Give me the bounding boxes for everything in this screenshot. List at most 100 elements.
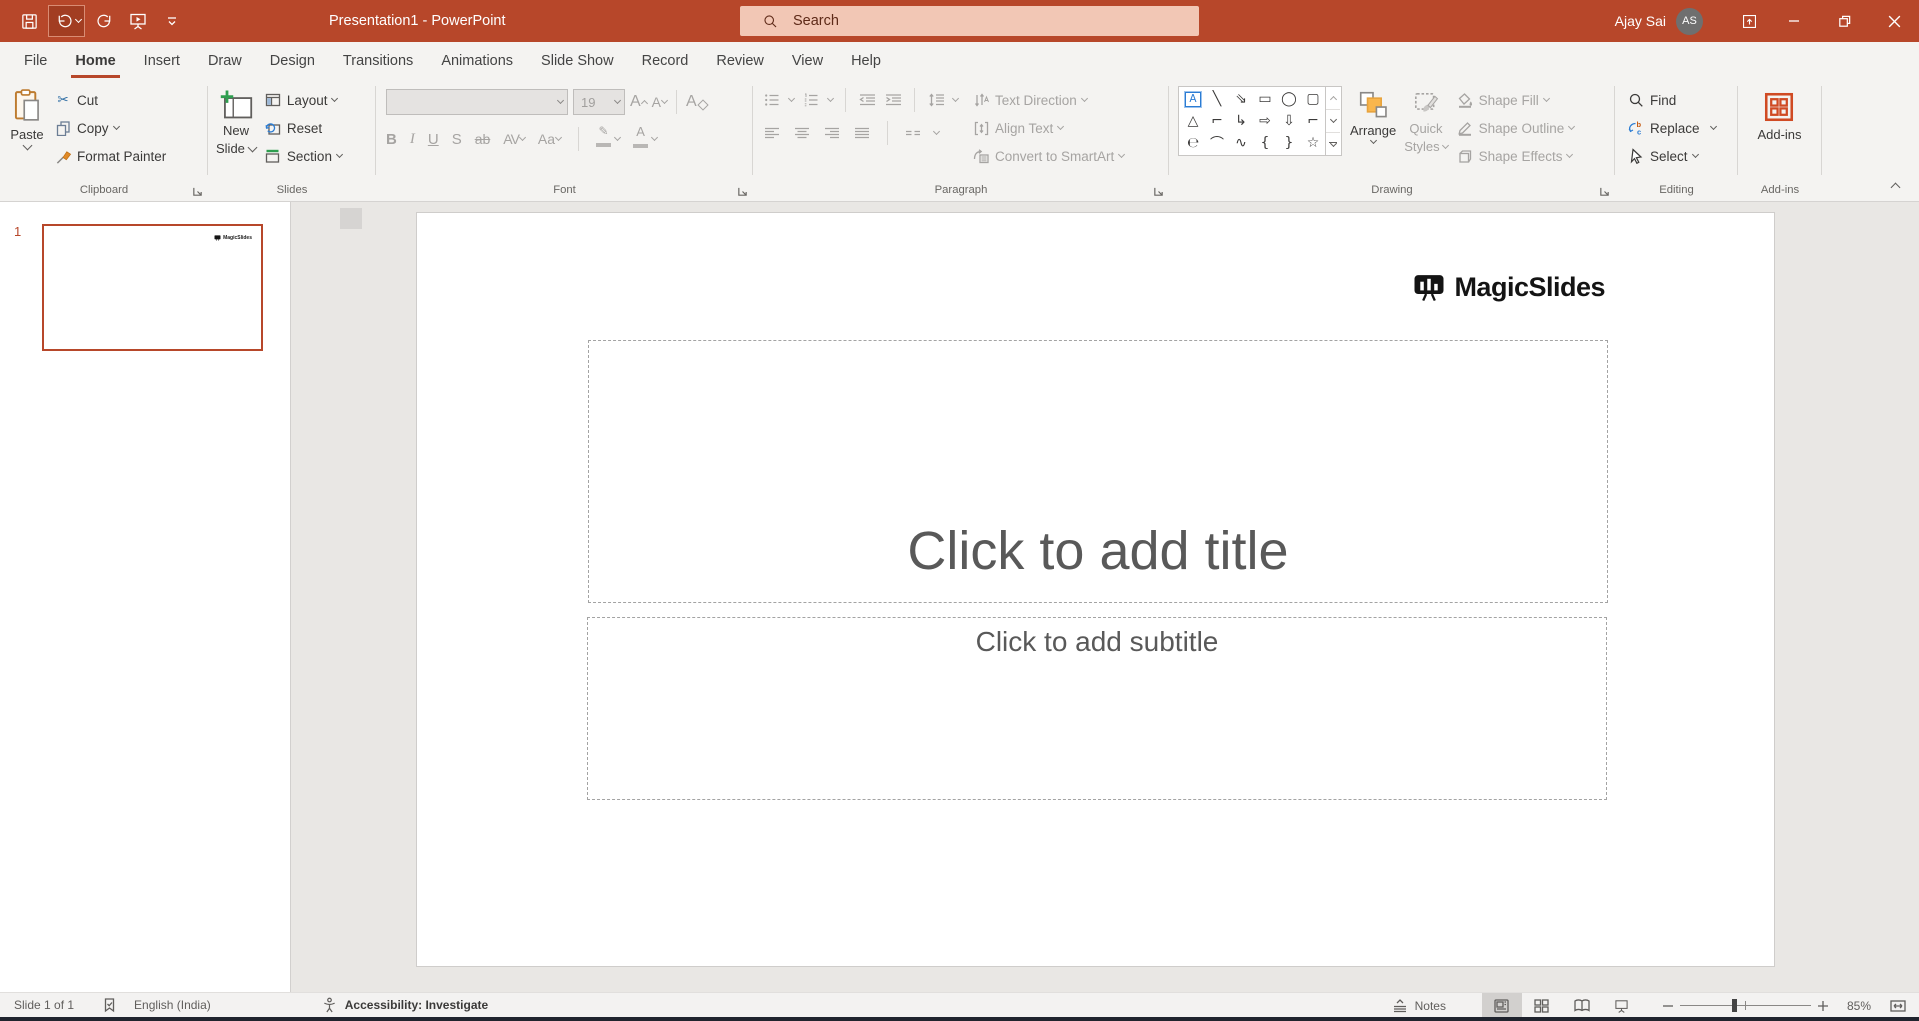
tab-transitions[interactable]: Transitions	[329, 42, 427, 80]
character-spacing-button[interactable]: AV	[503, 125, 525, 153]
numbering-dropdown-icon[interactable]	[827, 95, 834, 102]
justify-icon[interactable]	[853, 124, 871, 142]
shape-fill-button[interactable]: Shape Fill	[1456, 86, 1575, 114]
align-center-icon[interactable]	[793, 124, 811, 142]
text-direction-button[interactable]: Text Direction	[972, 86, 1124, 114]
align-text-button[interactable]: Align Text	[972, 114, 1124, 142]
tab-record[interactable]: Record	[628, 42, 703, 80]
bold-button[interactable]: B	[386, 131, 397, 148]
change-case-button[interactable]: Aa	[538, 125, 561, 153]
numbering-icon[interactable]	[802, 91, 820, 109]
shape-fill-dropdown-icon[interactable]	[1543, 95, 1550, 102]
tab-file[interactable]: File	[10, 42, 61, 80]
notes-button[interactable]: Notes	[1391, 997, 1446, 1015]
copy-dropdown-icon[interactable]	[112, 123, 119, 130]
shape-down-arrow[interactable]: ⇩	[1283, 113, 1295, 129]
paste-dropdown-icon[interactable]	[22, 141, 32, 151]
select-dropdown-icon[interactable]	[1691, 151, 1698, 158]
format-painter-button[interactable]: Format Painter	[54, 142, 166, 170]
tab-home[interactable]: Home	[61, 42, 129, 80]
convert-smartart-dropdown-icon[interactable]	[1118, 151, 1125, 158]
clipboard-dialog-launcher-icon[interactable]	[192, 186, 203, 197]
shape-effects-button[interactable]: Shape Effects	[1456, 142, 1575, 170]
minimize-button[interactable]	[1769, 0, 1819, 42]
reset-button[interactable]: Reset	[264, 114, 342, 142]
slide-thumbnail-panel[interactable]: 1 MagicSlides	[0, 202, 291, 992]
slide-editor[interactable]: MagicSlides Click to add title Click to …	[416, 212, 1775, 967]
shrink-font-button[interactable]: A	[652, 88, 667, 116]
quick-styles-button[interactable]: Quick Styles	[1404, 84, 1447, 175]
shapes-scroll-down-icon[interactable]	[1326, 109, 1340, 132]
zoom-in-button[interactable]	[1811, 993, 1835, 1018]
shape-arrow[interactable]: ⇘	[1235, 91, 1247, 107]
tab-insert[interactable]: Insert	[130, 42, 194, 80]
tab-slide-show[interactable]: Slide Show	[527, 42, 628, 80]
highlight-color-button[interactable]: ✎	[596, 125, 611, 153]
scrollbar-fragment[interactable]	[340, 208, 362, 229]
ribbon-display-options-icon[interactable]	[1729, 0, 1769, 42]
search-input[interactable]	[793, 13, 1123, 29]
replace-dropdown-icon[interactable]	[1709, 123, 1716, 130]
view-reading-button[interactable]	[1562, 993, 1602, 1018]
slide-thumbnail[interactable]: MagicSlides	[42, 224, 263, 351]
shape-outline-dropdown-icon[interactable]	[1568, 123, 1575, 130]
strikethrough-button[interactable]: ab	[475, 131, 491, 147]
section-button[interactable]: Section	[264, 142, 342, 170]
layout-button[interactable]: Layout	[264, 86, 342, 114]
shape-line[interactable]: ╲	[1213, 91, 1221, 107]
font-dialog-launcher-icon[interactable]	[737, 186, 748, 197]
find-button[interactable]: Find	[1627, 86, 1737, 114]
paragraph-dialog-launcher-icon[interactable]	[1153, 186, 1164, 197]
increase-indent-icon[interactable]	[884, 91, 902, 109]
zoom-out-button[interactable]	[1656, 993, 1680, 1018]
language-status[interactable]: English (India)	[134, 998, 211, 1012]
search-box[interactable]	[740, 6, 1199, 36]
font-size-combo[interactable]: 19	[573, 89, 625, 115]
undo-button[interactable]	[48, 5, 85, 37]
columns-icon[interactable]	[904, 124, 922, 142]
fit-slide-to-window-icon[interactable]	[1881, 993, 1915, 1018]
tab-view[interactable]: View	[778, 42, 837, 80]
view-slideshow-button[interactable]	[1602, 993, 1642, 1018]
font-name-combo[interactable]	[386, 89, 568, 115]
convert-smartart-button[interactable]: Convert to SmartArt	[972, 142, 1124, 170]
shape-right-arrow[interactable]: ⇨	[1259, 113, 1271, 129]
shape-curve[interactable]: ∿	[1235, 135, 1247, 151]
shape-oval[interactable]: ◯	[1281, 91, 1297, 107]
view-normal-button[interactable]	[1482, 993, 1522, 1018]
zoom-slider-handle[interactable]	[1732, 999, 1737, 1012]
text-direction-dropdown-icon[interactable]	[1081, 95, 1088, 102]
align-right-icon[interactable]	[823, 124, 841, 142]
shape-elbow-connector[interactable]: ⌐	[1211, 113, 1223, 129]
restore-button[interactable]	[1819, 0, 1869, 42]
align-left-icon[interactable]	[763, 124, 781, 142]
line-spacing-icon[interactable]	[927, 91, 945, 109]
redo-icon[interactable]	[89, 6, 119, 36]
section-dropdown-icon[interactable]	[336, 151, 343, 158]
paste-button[interactable]: Paste	[10, 84, 44, 175]
shape-corner[interactable]: ⌐	[1307, 113, 1319, 129]
start-slideshow-icon[interactable]	[123, 6, 153, 36]
arrange-dropdown-icon[interactable]	[1370, 137, 1377, 144]
proofing-icon[interactable]	[100, 996, 118, 1014]
subtitle-placeholder[interactable]: Click to add subtitle	[587, 617, 1607, 800]
avatar[interactable]: AS	[1676, 8, 1703, 35]
copy-button[interactable]: Copy	[54, 114, 166, 142]
zoom-slider[interactable]	[1680, 993, 1811, 1018]
align-text-dropdown-icon[interactable]	[1057, 123, 1064, 130]
italic-button[interactable]: I	[410, 131, 415, 148]
clear-formatting-button[interactable]: A	[686, 88, 707, 116]
view-slide-sorter-button[interactable]	[1522, 993, 1562, 1018]
shape-rounded-rectangle[interactable]: ▢	[1306, 91, 1319, 107]
new-slide-button[interactable]: New Slide	[216, 84, 256, 175]
line-spacing-dropdown-icon[interactable]	[952, 95, 959, 102]
replace-button[interactable]: bc Replace	[1627, 114, 1737, 142]
arrange-button[interactable]: Arrange	[1350, 84, 1396, 175]
zoom-level[interactable]: 85%	[1847, 999, 1871, 1013]
shape-outline-button[interactable]: Shape Outline	[1456, 114, 1575, 142]
shape-elbow-arrow[interactable]: ↳	[1235, 113, 1247, 129]
tab-animations[interactable]: Animations	[427, 42, 527, 80]
tab-help[interactable]: Help	[837, 42, 895, 80]
highlight-dropdown-icon[interactable]	[614, 134, 621, 141]
shapes-scroll-up-icon[interactable]	[1326, 87, 1340, 109]
